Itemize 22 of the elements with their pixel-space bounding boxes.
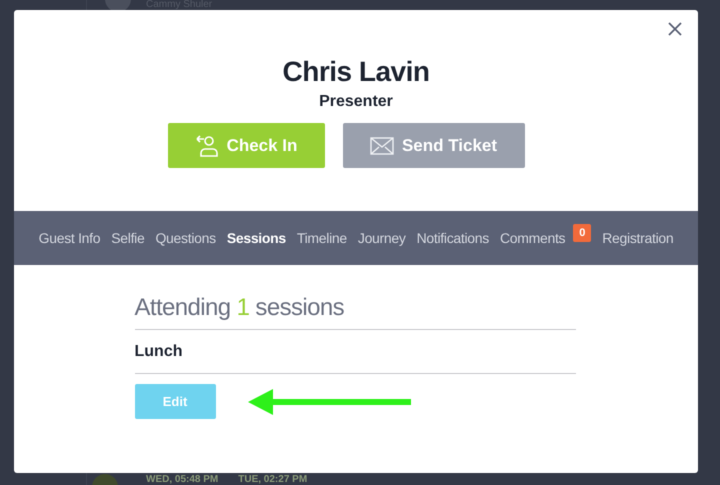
sessions-heading: Attending 1 sessions xyxy=(134,293,576,330)
tab[interactable]: Sessions xyxy=(226,228,286,248)
tab[interactable]: Guest Info xyxy=(38,228,100,248)
close-icon xyxy=(668,22,682,36)
role-text: Presenter xyxy=(319,92,393,112)
count-badge: 0 xyxy=(573,224,592,242)
guest-name: Chris Lavin xyxy=(282,55,430,89)
arrow-icon xyxy=(248,388,410,414)
send-ticket-button[interactable]: Send Ticket xyxy=(342,123,524,168)
envelope-icon xyxy=(370,136,394,154)
tab[interactable]: Journey xyxy=(358,228,406,248)
tab[interactable]: Selfie xyxy=(111,228,144,248)
tab[interactable]: Comments xyxy=(500,228,566,248)
session-name: Lunch xyxy=(134,342,182,362)
close-button[interactable] xyxy=(668,22,682,36)
tab[interactable]: Questions xyxy=(155,228,216,248)
time-text: WED, 05:48 PM xyxy=(146,475,218,485)
tab[interactable]: Registration xyxy=(602,228,674,248)
person-arrow-icon xyxy=(194,134,219,156)
time-text: TUE, 02:27 PM xyxy=(238,475,308,485)
tab[interactable]: Notifications xyxy=(416,228,489,248)
tab[interactable]: Timeline xyxy=(296,228,347,248)
